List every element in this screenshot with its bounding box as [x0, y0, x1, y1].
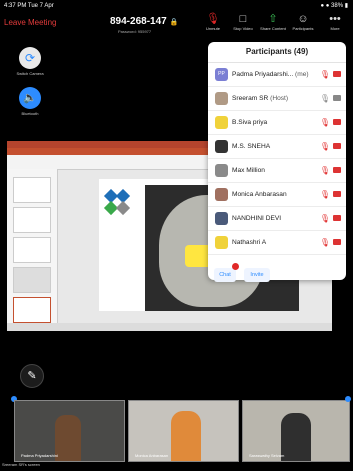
participant-name: Monica Anbarasan — [232, 191, 287, 198]
stop-video-button[interactable]: □ Stop Video — [228, 12, 258, 31]
participant-row[interactable]: NANDHINI DEVI 🎙 — [208, 207, 346, 231]
annotate-button[interactable]: ✎ — [20, 364, 44, 388]
participant-row[interactable]: Nathashri A 🎙 — [208, 231, 346, 255]
avatar — [215, 212, 228, 225]
more-icon: ••• — [329, 13, 341, 25]
mic-muted-icon: 🎙 — [319, 238, 330, 247]
share-content-label: Share Content — [260, 26, 286, 31]
video-tile[interactable]: Padma Priyadarshini — [14, 400, 125, 462]
participant-name: Max Million — [232, 167, 265, 174]
avatar — [215, 92, 228, 105]
avatar — [215, 164, 228, 177]
participant-row[interactable]: Max Million 🎙 — [208, 159, 346, 183]
participants-icon: ☺ — [297, 13, 309, 25]
person-silhouette — [171, 411, 201, 461]
pencil-icon: ✎ — [27, 370, 37, 382]
participant-name: M.S. SNEHA — [232, 143, 271, 150]
chat-unread-badge — [232, 263, 239, 270]
mic-muted-icon: 🎙 — [206, 13, 220, 25]
video-icon: □ — [239, 13, 247, 25]
speaker-icon: 🔈 — [23, 92, 37, 104]
participant-name: Sreeram SR (Host) — [232, 95, 289, 102]
participant-name: B.Siva priya — [232, 119, 268, 126]
switch-camera-label: Switch Camera — [16, 71, 44, 76]
invite-button[interactable]: Invite — [244, 268, 270, 282]
mic-muted-icon: 🎙 — [319, 190, 330, 199]
meeting-password: Password: 955977 — [118, 29, 152, 34]
mic-muted-icon: 🎙 — [319, 142, 330, 151]
participants-button[interactable]: ☺ Participants — [288, 12, 318, 31]
leave-meeting-button[interactable]: Leave Meeting — [4, 14, 56, 32]
avatar — [215, 236, 228, 249]
mic-muted-icon: 🎙 — [319, 70, 330, 79]
ppt-slide-panel — [7, 169, 58, 331]
slide-thumbnail — [13, 297, 51, 323]
slide-thumbnail — [13, 267, 51, 293]
avatar: PP — [215, 68, 228, 81]
participant-row[interactable]: Monica Anbarasan 🎙 — [208, 183, 346, 207]
camera-rotate-icon: ⟳ — [24, 51, 36, 65]
participants-panel: Participants (49) PP Padma Priyadarshi..… — [208, 42, 346, 280]
participant-row[interactable]: Sreeram SR (Host) 🎙 — [208, 87, 346, 111]
resize-handle[interactable] — [345, 396, 351, 402]
camera-off-icon — [333, 143, 341, 149]
avatar — [215, 140, 228, 153]
active-share-label: Sreeram SR's screen — [2, 462, 40, 467]
participant-row[interactable]: PP Padma Priyadarshi... (me) 🎙 — [208, 63, 346, 87]
share-content-button[interactable]: ⇧ Share Content — [258, 12, 288, 31]
avatar — [215, 188, 228, 201]
avatar — [215, 116, 228, 129]
unmute-button[interactable]: 🎙 Unmute — [198, 12, 228, 31]
video-tile[interactable]: Saraswathy Selvam — [242, 400, 350, 462]
status-bar: 4:37 PM Tue 7 Apr ● ● 38% ▮ — [0, 0, 353, 12]
more-label: More — [330, 26, 340, 31]
person-silhouette — [55, 415, 81, 461]
tile-name: Monica Anbarasan — [135, 453, 169, 458]
switch-camera-button[interactable]: ⟳ — [19, 47, 41, 69]
participant-name: NANDHINI DEVI — [232, 215, 282, 222]
slide-thumbnail — [13, 237, 51, 263]
mic-muted-icon: 🎙 — [319, 118, 330, 127]
camera-off-icon — [333, 215, 341, 221]
logo-icon — [103, 189, 131, 216]
share-icon: ⇧ — [268, 13, 278, 25]
mic-muted-icon: 🎙 — [319, 166, 330, 175]
person-silhouette — [281, 413, 311, 461]
chat-button[interactable]: Chat — [214, 268, 236, 282]
status-time: 4:37 PM Tue 7 Apr — [4, 3, 54, 9]
lock-icon: 🔒 — [169, 19, 179, 26]
camera-off-icon — [333, 119, 341, 125]
camera-off-icon — [333, 167, 341, 173]
meeting-id-text: 894-268-147 — [110, 16, 167, 27]
mic-icon: 🎙 — [319, 94, 330, 103]
camera-off-icon — [333, 71, 341, 77]
tile-name: Saraswathy Selvam — [249, 453, 285, 458]
unmute-label: Unmute — [205, 26, 220, 31]
video-tile[interactable]: Monica Anbarasan — [128, 400, 239, 462]
bluetooth-label: Bluetooth — [21, 111, 39, 116]
participant-name: Padma Priyadarshi... (me) — [232, 71, 309, 78]
camera-icon — [333, 95, 341, 101]
tile-name: Padma Priyadarshini — [21, 453, 58, 458]
slide-thumbnail — [13, 177, 51, 203]
more-button[interactable]: ••• More — [320, 12, 350, 31]
mic-muted-icon: 🎙 — [319, 214, 330, 223]
participants-title: Participants (49) — [208, 42, 346, 63]
bluetooth-button[interactable]: 🔈 — [19, 87, 41, 109]
status-right: ● ● 38% ▮ — [320, 3, 348, 9]
participant-row[interactable]: B.Siva priya 🎙 — [208, 111, 346, 135]
participant-row[interactable]: M.S. SNEHA 🎙 — [208, 135, 346, 159]
participants-label: Participants — [292, 26, 314, 31]
stop-video-label: Stop Video — [233, 26, 253, 31]
camera-off-icon — [333, 191, 341, 197]
participant-name: Nathashri A — [232, 239, 267, 246]
ppt-status-bar — [7, 323, 332, 331]
slide-thumbnail — [13, 207, 51, 233]
camera-off-icon — [333, 239, 341, 245]
